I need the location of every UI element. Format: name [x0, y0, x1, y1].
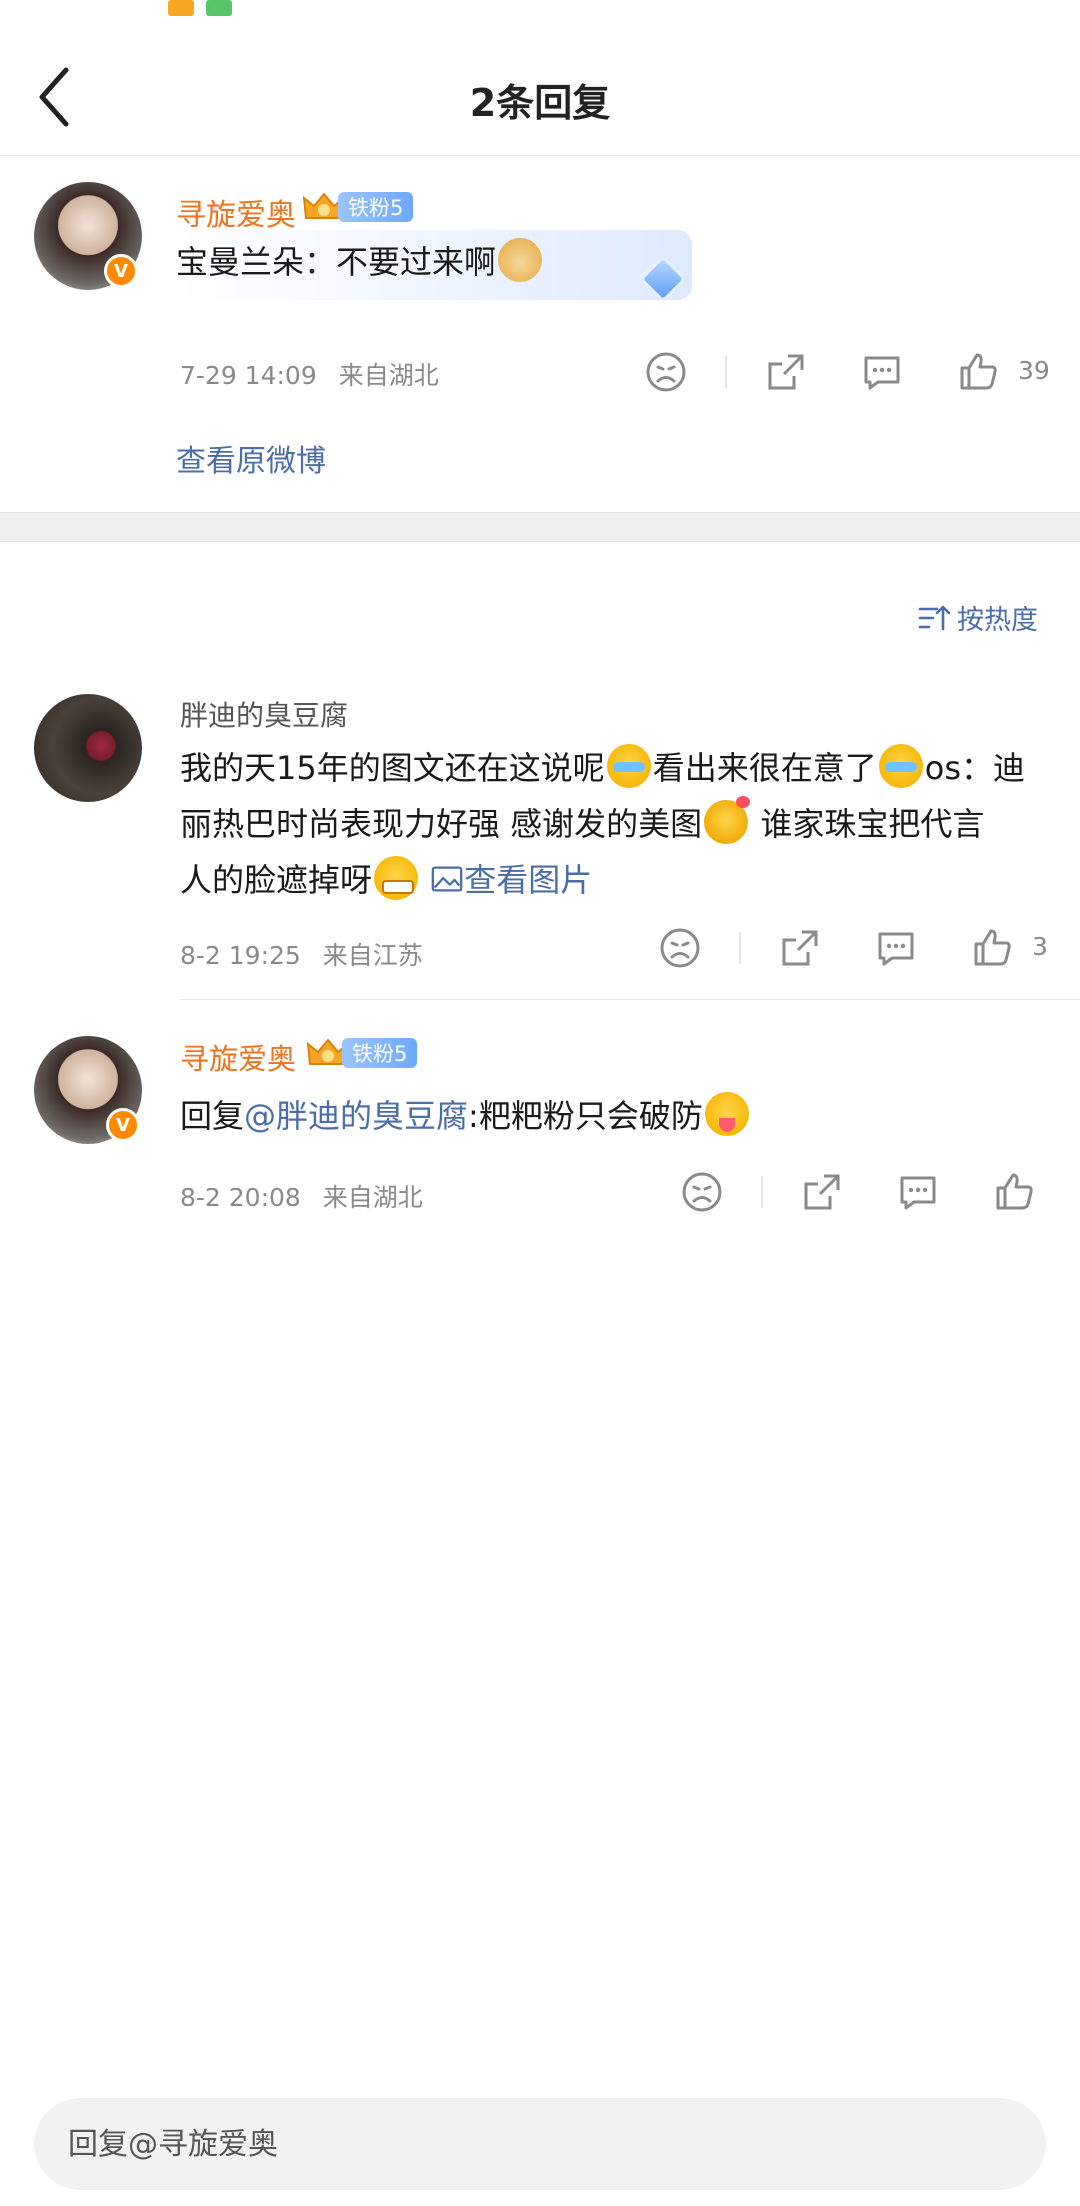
like-icon[interactable] [992, 1170, 1036, 1214]
share-icon[interactable] [778, 926, 822, 970]
divider [725, 356, 727, 388]
view-original-link[interactable]: 查看原微博 [176, 436, 326, 480]
doge-emoji-icon [498, 238, 543, 282]
dislike-icon[interactable] [644, 350, 688, 394]
comment-icon[interactable] [860, 350, 904, 394]
fan-level-label: 铁粉5 [338, 192, 414, 222]
reply-input-bar[interactable] [34, 2098, 1046, 2190]
status-bar-icons [168, 0, 232, 18]
crying-emoji-icon [606, 744, 651, 788]
sort-by-hot-button[interactable]: 按热度 [917, 598, 1038, 637]
fan-level-label: 铁粉5 [342, 1038, 418, 1068]
fan-badge: 铁粉5 [302, 190, 414, 224]
verified-badge-icon: V [104, 254, 138, 288]
top-bar: 2条回复 [0, 40, 1080, 156]
reply-input[interactable] [34, 2098, 1046, 2190]
mention-link[interactable]: @胖迪的臭豆腐 [244, 1097, 468, 1135]
like-count: 3 [1032, 932, 1048, 961]
grin-emoji-icon [374, 856, 419, 900]
sort-icon [918, 605, 951, 630]
comment-actions: 3 [0, 926, 1080, 970]
section-separator [0, 512, 1080, 542]
image-icon [431, 866, 463, 892]
comment-actions: 39 [0, 350, 1080, 394]
crying-emoji-icon [878, 744, 923, 788]
tongue-emoji-icon [704, 1092, 749, 1136]
comment-icon[interactable] [896, 1170, 940, 1214]
like-count: 39 [1018, 356, 1050, 385]
like-icon[interactable] [970, 926, 1014, 970]
green-app-icon [206, 0, 232, 16]
share-icon[interactable] [800, 1170, 844, 1214]
fan-badge: 铁粉5 [306, 1036, 418, 1070]
divider [761, 1176, 763, 1208]
username[interactable]: 寻旋爱奥 [180, 1036, 296, 1078]
comment-text: 我的天15年的图文还在这说呢 看出来很在意了 os：迪 丽热巴时尚表现力好强 感谢发… [180, 740, 1050, 908]
dislike-icon[interactable] [680, 1170, 724, 1214]
comment-icon[interactable] [874, 926, 918, 970]
weibo-app-icon [168, 0, 194, 16]
view-image-link[interactable]: 查看图片 [430, 861, 592, 899]
verified-badge-icon: V [106, 1108, 140, 1142]
sort-label: 按热度 [957, 605, 1038, 636]
comment-text: 回复@胖迪的臭豆腐:粑粑粉只会破防 [180, 1088, 751, 1144]
avatar[interactable] [34, 694, 142, 802]
username[interactable]: 寻旋爱奥 [176, 190, 296, 234]
comment-text: 宝曼兰朵：不要过来啊 [176, 236, 544, 288]
reply-divider [180, 999, 1080, 1000]
username[interactable]: 胖迪的臭豆腐 [180, 694, 348, 734]
comment-actions [0, 1170, 1080, 1214]
page-title: 2条回复 [469, 81, 611, 125]
heart-eyes-emoji-icon [704, 796, 751, 844]
divider [739, 932, 741, 964]
dislike-icon[interactable] [658, 926, 702, 970]
like-icon[interactable] [956, 350, 1000, 394]
share-icon[interactable] [764, 350, 808, 394]
